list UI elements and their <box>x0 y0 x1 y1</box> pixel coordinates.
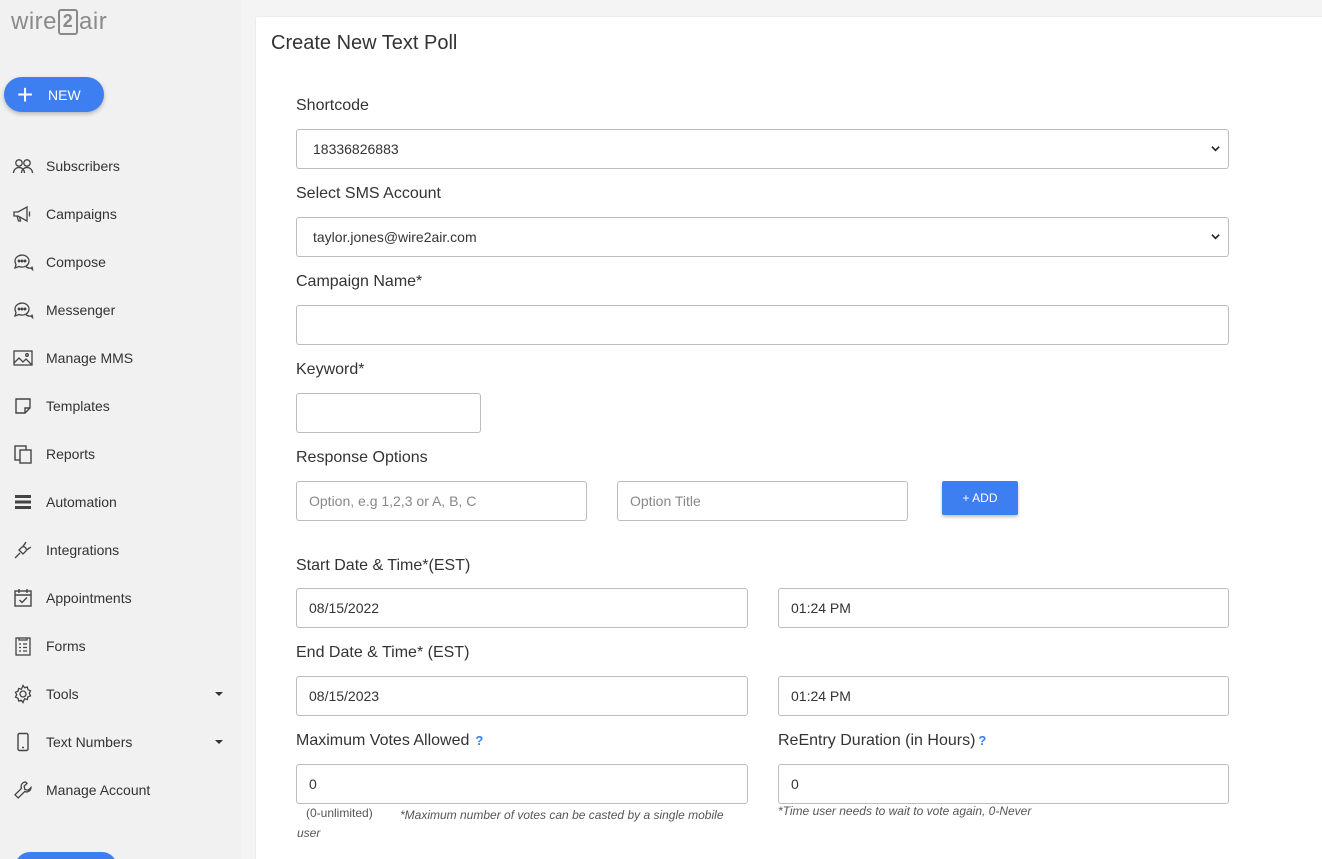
response-options-label: Response Options <box>296 449 428 466</box>
max-votes-value: 0 <box>309 776 317 792</box>
sidebar-item-messenger[interactable]: Messenger <box>0 286 241 334</box>
plus-icon: + <box>16 78 34 110</box>
sidebar-item-label: Templates <box>46 398 110 414</box>
sidebar-item-label: Appointments <box>46 590 132 606</box>
shortcode-value: 18336826883 <box>313 141 399 157</box>
sidebar-item-label: Reports <box>46 446 96 462</box>
sms-account-select[interactable]: taylor.jones@wire2air.com <box>296 217 1229 257</box>
reentry-label: ReEntry Duration (in Hours) <box>778 732 976 749</box>
calendar-check-icon <box>12 587 34 609</box>
phone-icon <box>12 731 34 753</box>
sidebar-item-text-numbers[interactable]: Text Numbers <box>0 718 241 766</box>
max-votes-label: Maximum Votes Allowed <box>296 732 470 749</box>
megaphone-icon <box>12 203 34 225</box>
sms-account-label: Select SMS Account <box>296 185 441 202</box>
sidebar-item-reports[interactable]: Reports <box>0 430 241 478</box>
sidebar-item-label: Manage Account <box>46 782 151 798</box>
start-date-input[interactable]: 08/15/2022 <box>296 588 748 628</box>
campaign-name-input[interactable] <box>296 305 1229 345</box>
sidebar-item-label: Forms <box>46 638 86 654</box>
keyword-input[interactable] <box>296 393 481 433</box>
copy-icon <box>12 443 34 465</box>
new-button-label: NEW <box>48 86 81 103</box>
start-time-input[interactable]: 01:24 PM <box>778 588 1229 628</box>
form-icon <box>12 635 34 657</box>
sidebar-item-integrations[interactable]: Integrations <box>0 526 241 574</box>
sidebar-item-tools[interactable]: Tools <box>0 670 241 718</box>
page-title: Create New Text Poll <box>271 32 458 54</box>
start-time-value: 01:24 PM <box>791 600 851 616</box>
help-icon[interactable]: ? <box>475 733 483 748</box>
end-datetime-label: End Date & Time* (EST) <box>296 644 470 661</box>
sidebar-item-label: Text Numbers <box>46 734 133 750</box>
reentry-input[interactable]: 0 <box>778 764 1229 804</box>
start-date-value: 08/15/2022 <box>309 600 380 616</box>
logo-text-right: air <box>79 8 108 35</box>
start-datetime-label: Start Date & Time*(EST) <box>296 557 471 574</box>
chevron-down-icon <box>1211 234 1220 240</box>
wrench-icon <box>12 779 34 801</box>
sidebar-item-label: Subscribers <box>46 158 120 174</box>
max-votes-note: *Maximum number of votes can be casted b… <box>297 806 737 842</box>
option-title-placeholder: Option Title <box>630 493 701 509</box>
keyword-label: Keyword* <box>296 361 365 378</box>
end-date-value: 08/15/2023 <box>309 688 380 704</box>
end-time-value: 01:24 PM <box>791 688 851 704</box>
sidebar-item-label: Integrations <box>46 542 120 558</box>
add-option-button[interactable]: + ADD <box>942 481 1018 515</box>
sidebar-item-label: Manage MMS <box>46 350 134 366</box>
list-icon <box>12 491 34 513</box>
reentry-label-row: ReEntry Duration (in Hours)? <box>778 732 986 750</box>
gear-icon <box>12 683 34 705</box>
sidebar-item-manage-account[interactable]: Manage Account <box>0 766 241 814</box>
chevron-down-icon <box>215 740 223 744</box>
sidebar-item-label: Messenger <box>46 302 116 318</box>
sidebar-item-appointments[interactable]: Appointments <box>0 574 241 622</box>
sms-account-value: taylor.jones@wire2air.com <box>313 229 477 245</box>
sidebar-item-subscribers[interactable]: Subscribers <box>0 142 241 190</box>
reentry-note-text: *Time user needs to wait to vote again, … <box>778 804 1032 818</box>
sidebar-item-automation[interactable]: Automation <box>0 478 241 526</box>
sidebar-item-manage-mms[interactable]: Manage MMS <box>0 334 241 382</box>
max-votes-note-text: *Maximum number of votes can be casted b… <box>297 808 724 840</box>
sidebar-item-label: Automation <box>46 494 117 510</box>
wire2air-logo[interactable]: wire 2 air <box>11 8 107 36</box>
end-date-input[interactable]: 08/15/2023 <box>296 676 748 716</box>
reentry-note: *Time user needs to wait to vote again, … <box>778 804 1031 818</box>
logo-text-left: wire <box>11 8 58 35</box>
logo-text-mid: 2 <box>58 9 79 35</box>
shortcode-select[interactable]: 18336826883 <box>296 129 1229 169</box>
sidebar-item-forms[interactable]: Forms <box>0 622 241 670</box>
chevron-down-icon <box>215 692 223 696</box>
max-votes-input[interactable]: 0 <box>296 764 748 804</box>
shortcode-label: Shortcode <box>296 97 369 114</box>
sidebar-item-templates[interactable]: Templates <box>0 382 241 430</box>
max-votes-label-row: Maximum Votes Allowed? <box>296 732 483 750</box>
end-time-input[interactable]: 01:24 PM <box>778 676 1229 716</box>
sidebar-item-campaigns[interactable]: Campaigns <box>0 190 241 238</box>
option-title-input[interactable]: Option Title <box>617 481 908 521</box>
image-icon <box>12 347 34 369</box>
sidebar-nav: Subscribers Campaigns Compose Messenger … <box>0 142 241 814</box>
option-input[interactable]: Option, e.g 1,2,3 or A, B, C <box>296 481 587 521</box>
sidebar-item-label: Tools <box>46 686 79 702</box>
sidebar-item-label: Campaigns <box>46 206 117 222</box>
sidebar-item-label: Compose <box>46 254 106 270</box>
new-button[interactable]: + NEW <box>4 77 104 112</box>
help-icon[interactable]: ? <box>978 733 986 748</box>
chat-bubbles-icon <box>12 251 34 273</box>
help-button[interactable] <box>15 852 117 859</box>
users-icon <box>12 155 34 177</box>
note-icon <box>12 395 34 417</box>
option-placeholder: Option, e.g 1,2,3 or A, B, C <box>309 493 477 509</box>
sidebar: wire 2 air + NEW Subscribers Campaigns C… <box>0 0 241 859</box>
sidebar-item-compose[interactable]: Compose <box>0 238 241 286</box>
chevron-down-icon <box>1211 146 1220 152</box>
plug-icon <box>12 539 34 561</box>
campaign-name-label: Campaign Name* <box>296 273 423 290</box>
reentry-value: 0 <box>791 776 799 792</box>
messenger-icon <box>12 299 34 321</box>
